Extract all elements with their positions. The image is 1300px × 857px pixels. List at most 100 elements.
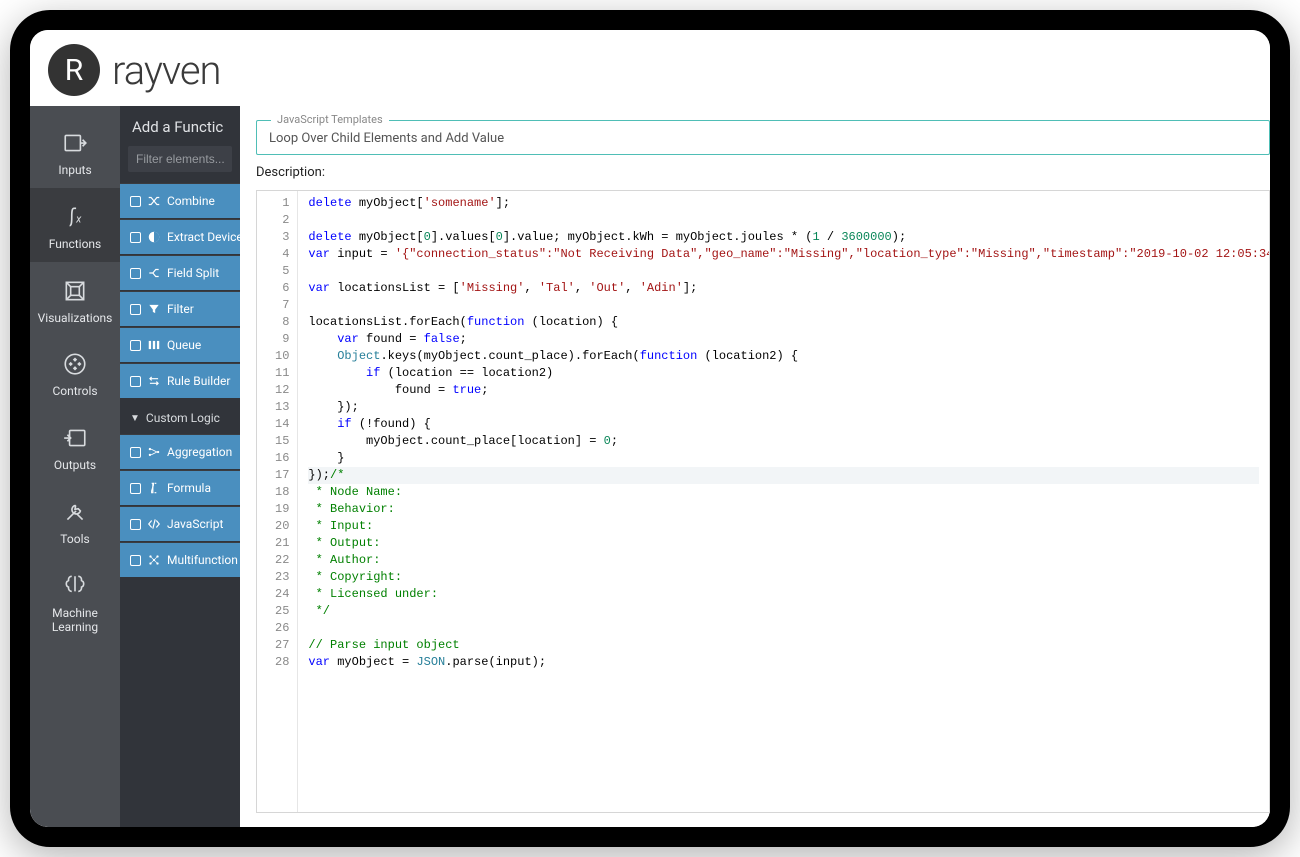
checkbox-icon[interactable] xyxy=(130,340,141,351)
description-label: Description: xyxy=(256,165,1270,180)
checkbox-icon[interactable] xyxy=(130,376,141,387)
left-nav-rail: Inputs x Functions Visualizations xyxy=(30,106,120,827)
brand-logo-letter: R xyxy=(65,53,84,88)
checkbox-icon[interactable] xyxy=(130,196,141,207)
code-line[interactable]: Object.keys(myObject.count_place).forEac… xyxy=(308,348,1259,365)
code-line[interactable]: */ xyxy=(308,603,1259,620)
checkbox-icon[interactable] xyxy=(130,304,141,315)
code-line[interactable]: * Input: xyxy=(308,518,1259,535)
code-line[interactable]: var myObject = JSON.parse(input); xyxy=(308,654,1259,671)
filter-icon xyxy=(147,302,161,316)
code-line[interactable] xyxy=(308,297,1259,314)
code-line[interactable]: * Author: xyxy=(308,552,1259,569)
element-label: Filter xyxy=(167,302,194,316)
checkbox-icon[interactable] xyxy=(130,555,141,566)
tablet-frame: R rayven Inputs x Functions xyxy=(10,10,1290,847)
element-javascript[interactable]: JavaScript xyxy=(120,506,240,541)
rail-item-controls[interactable]: Controls xyxy=(30,335,120,409)
code-line[interactable]: var found = false; xyxy=(308,331,1259,348)
element-rule-builder[interactable]: Rule Builder xyxy=(120,363,240,398)
multifunction-icon xyxy=(147,553,161,567)
brand-name: rayven xyxy=(112,47,221,94)
code-line[interactable] xyxy=(308,263,1259,280)
rail-item-inputs[interactable]: Inputs xyxy=(30,114,120,188)
brand-header: R rayven xyxy=(30,30,1270,106)
section-custom-logic[interactable]: ▼ Custom Logic xyxy=(120,399,240,433)
rail-label: Functions xyxy=(49,238,102,252)
extract-device-icon xyxy=(147,230,161,244)
field-split-icon xyxy=(147,266,161,280)
app-body: Inputs x Functions Visualizations xyxy=(30,106,1270,827)
function-sidebar: Add a Functic Combine Extract DeviceField… xyxy=(120,106,240,827)
code-line[interactable]: * Node Name: xyxy=(308,484,1259,501)
code-line[interactable]: if (!found) { xyxy=(308,416,1259,433)
aggregation-icon xyxy=(147,445,161,459)
code-line[interactable]: * Output: xyxy=(308,535,1259,552)
code-line[interactable]: delete myObject[0].values[0].value; myOb… xyxy=(308,229,1259,246)
code-line[interactable]: } xyxy=(308,450,1259,467)
javascript-icon xyxy=(147,517,161,531)
chevron-down-icon: ▼ xyxy=(130,413,140,424)
element-label: Combine xyxy=(167,194,215,208)
code-line[interactable] xyxy=(308,212,1259,229)
element-label: Rule Builder xyxy=(167,374,230,388)
checkbox-icon[interactable] xyxy=(130,483,141,494)
code-line[interactable]: }); xyxy=(308,399,1259,416)
combine-icon xyxy=(147,194,161,208)
checkbox-icon[interactable] xyxy=(130,268,141,279)
code-line[interactable]: myObject.count_place[location] = 0; xyxy=(308,433,1259,450)
checkbox-icon[interactable] xyxy=(130,447,141,458)
queue-icon xyxy=(147,338,161,352)
checkbox-icon[interactable] xyxy=(130,519,141,530)
code-line[interactable]: var input = '{"connection_status":"Not R… xyxy=(308,246,1259,263)
tablet-screen: R rayven Inputs x Functions xyxy=(30,30,1270,827)
element-aggregation[interactable]: Aggregation xyxy=(120,434,240,469)
rail-item-visualizations[interactable]: Visualizations xyxy=(30,262,120,336)
checkbox-icon[interactable] xyxy=(130,232,141,243)
code-line[interactable]: * Licensed under: xyxy=(308,586,1259,603)
svg-text:x: x xyxy=(75,212,82,225)
rail-label: Visualizations xyxy=(38,312,113,326)
inputs-icon xyxy=(60,128,90,158)
element-filter[interactable]: Filter xyxy=(120,291,240,326)
template-selector-label: JavaScript Templates xyxy=(271,113,389,126)
element-field-split[interactable]: Field Split xyxy=(120,255,240,290)
section-label: Custom Logic xyxy=(146,411,220,425)
template-selector[interactable]: JavaScript Templates Loop Over Child Ele… xyxy=(256,120,1270,155)
code-line[interactable]: var locationsList = ['Missing', 'Tal', '… xyxy=(308,280,1259,297)
code-line[interactable]: if (location == location2) xyxy=(308,365,1259,382)
code-line[interactable]: });/* xyxy=(308,467,1259,484)
element-label: Formula xyxy=(167,481,211,495)
main-panel: JavaScript Templates Loop Over Child Ele… xyxy=(240,106,1270,827)
filter-elements-input[interactable] xyxy=(128,146,232,172)
code-content[interactable]: delete myObject['somename']; delete myObj… xyxy=(298,191,1269,812)
element-label: JavaScript xyxy=(167,517,223,531)
tools-icon xyxy=(60,497,90,527)
template-selector-value: Loop Over Child Elements and Add Value xyxy=(269,131,1257,146)
code-line[interactable] xyxy=(308,620,1259,637)
element-formula[interactable]: Formula xyxy=(120,470,240,505)
machine-learning-icon xyxy=(60,571,90,601)
code-line[interactable]: // Parse input object xyxy=(308,637,1259,654)
element-multifunction[interactable]: Multifunction xyxy=(120,542,240,577)
rail-item-machine-learning[interactable]: Machine Learning xyxy=(30,557,120,645)
code-line[interactable]: * Behavior: xyxy=(308,501,1259,518)
element-label: Multifunction xyxy=(167,553,238,567)
element-extract-device[interactable]: Extract Device xyxy=(120,219,240,254)
rail-item-outputs[interactable]: Outputs xyxy=(30,409,120,483)
code-line[interactable]: locationsList.forEach(function (location… xyxy=(308,314,1259,331)
sidebar-title: Add a Functic xyxy=(120,114,240,146)
code-line[interactable]: found = true; xyxy=(308,382,1259,399)
functions-icon: x xyxy=(60,202,90,232)
code-line[interactable]: * Copyright: xyxy=(308,569,1259,586)
rail-item-functions[interactable]: x Functions xyxy=(30,188,120,262)
rail-item-tools[interactable]: Tools xyxy=(30,483,120,557)
code-line[interactable]: delete myObject['somename']; xyxy=(308,195,1259,212)
code-editor[interactable]: 1234567891011121314151617181920212223242… xyxy=(256,190,1270,813)
element-combine[interactable]: Combine xyxy=(120,183,240,218)
rail-label: Outputs xyxy=(54,459,96,473)
element-queue[interactable]: Queue xyxy=(120,327,240,362)
line-number-gutter: 1234567891011121314151617181920212223242… xyxy=(257,191,298,812)
element-label: Aggregation xyxy=(167,445,232,459)
brand-logo-icon: R xyxy=(48,44,100,96)
